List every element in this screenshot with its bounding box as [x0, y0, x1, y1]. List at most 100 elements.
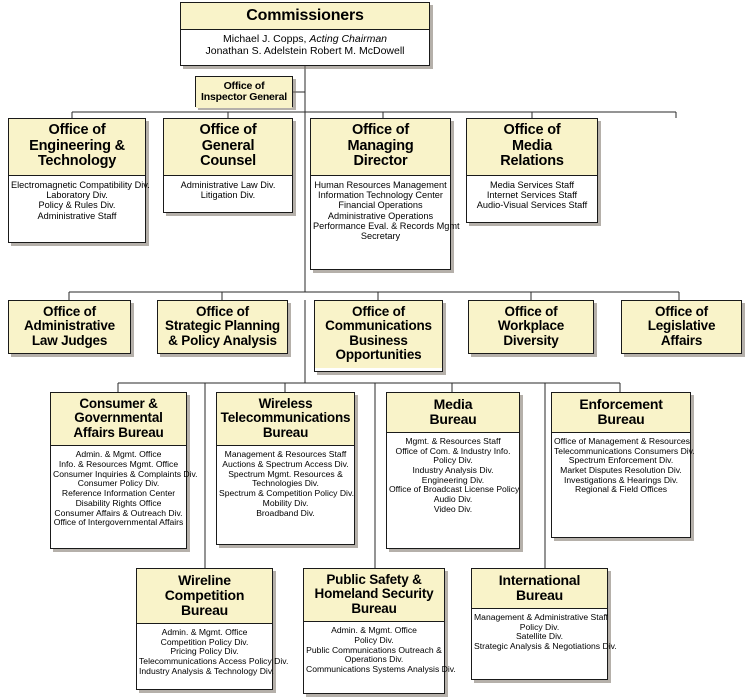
node-title: Consumer & Governmental Affairs Bureau — [51, 393, 186, 447]
node-title-line: Office of — [351, 122, 409, 138]
node-members: Michael J. Copps, Acting Chairman Jonath… — [181, 30, 429, 63]
node-title-line: Counsel — [200, 153, 256, 169]
node-title-line: Bureau — [429, 410, 477, 427]
node-title-line: Bureau — [515, 586, 564, 603]
node-title-line: Legislative — [647, 318, 716, 334]
node-office-of-administrative-law-judges[interactable]: Office of Administrative Law Judges — [8, 300, 131, 354]
node-divisions: Admin. & Mgmt. Office Competition Policy… — [137, 623, 288, 682]
commissioner-name-1: Michael J. Copps, — [223, 33, 307, 46]
node-office-of-inspector-general[interactable]: Office of Inspector General — [195, 76, 293, 109]
division-item: Broadband Div. — [256, 507, 315, 518]
node-title: Public Safety & Homeland Security Bureau — [304, 569, 444, 623]
node-title: Office of Media Relations — [467, 119, 597, 176]
node-title: Wireline Competition Bureau — [137, 569, 272, 624]
node-title-line: Law Judges — [31, 332, 108, 348]
node-title-line: Relations — [500, 153, 564, 169]
node-international-bureau[interactable]: International Bureau Management & Adminis… — [471, 568, 617, 680]
node-divisions: Media Services Staff Internet Services S… — [467, 175, 597, 216]
node-title-line: Office of — [43, 304, 96, 319]
node-divisions: Electromagnetic Compatibility Div. Labor… — [9, 175, 150, 227]
node-office-of-communications-business-opportunities[interactable]: Office of Communications Business Opportuni… — [314, 300, 443, 372]
division-item: Video Div. — [433, 503, 473, 514]
node-title-line: Engineering & — [29, 137, 125, 154]
node-title-line: Administrative — [24, 318, 115, 334]
node-title-line: Competition — [164, 586, 245, 603]
node-title-line: Office of — [199, 122, 257, 138]
node-divisions: Administrative Law Div. Litigation Div. — [164, 175, 292, 206]
node-divisions: Management & Resources Staff Auctions & … — [217, 446, 354, 524]
node-title-line: Office of — [48, 122, 106, 138]
node-title-line: Diversity — [503, 332, 559, 348]
node-title-line: Public Safety & — [326, 572, 422, 587]
node-office-of-general-counsel[interactable]: Office of General Counsel Administrative L… — [163, 118, 293, 213]
node-title-line: Director — [353, 153, 408, 169]
division-item: Strategic Analysis & Negotiations Div. — [474, 641, 617, 652]
node-title-line: Wireline — [178, 572, 231, 588]
division-item: Communications Systems Analysis Div. — [306, 664, 456, 675]
node-title-line: Bureau — [262, 424, 309, 440]
node-wireline-competition-bureau[interactable]: Wireline Competition Bureau Admin. & Mgmt.… — [136, 568, 288, 690]
division-item: Regional & Field Offices — [574, 484, 668, 495]
node-title-line: Telecommunications — [220, 410, 351, 426]
node-divisions: Management & Administrative Staff Policy… — [472, 608, 617, 657]
node-title: Media Bureau — [387, 393, 519, 433]
node-title-line: & Policy Analysis — [168, 332, 277, 348]
node-title: Enforcement Bureau — [552, 393, 690, 433]
node-divisions: Office of Management & Resources Telecom… — [552, 432, 695, 501]
node-title-line: Enforcement — [579, 396, 663, 412]
node-wireless-telecommunications-bureau[interactable]: Wireless Telecommunications Bureau Managem… — [216, 392, 355, 545]
node-title: Wireless Telecommunications Bureau — [217, 393, 354, 447]
node-divisions: Admin. & Mgmt. Office Policy Div. Public… — [304, 622, 456, 680]
node-title: Office of Inspector General — [196, 77, 292, 109]
division-item: Media Services Staff — [489, 179, 575, 190]
division-item: Electromagnetic Compatibility Div. — [11, 179, 150, 190]
node-office-of-strategic-planning-policy-analysis[interactable]: Office of Strategic Planning & Policy Anal… — [157, 300, 288, 354]
node-title-line: Office of — [504, 304, 558, 319]
division-item: Secretary — [360, 231, 401, 242]
node-title-line: Media — [433, 396, 473, 412]
node-divisions: Mgmt. & Resources Staff Office of Com. &… — [387, 432, 519, 520]
node-title-line: Bureau — [180, 601, 229, 618]
node-office-of-media-relations[interactable]: Office of Media Relations Media Services S… — [466, 118, 598, 223]
node-title-line: Workplace — [497, 318, 565, 334]
node-title-line-2: Inspector General — [201, 91, 287, 104]
node-media-bureau[interactable]: Media Bureau Mgmt. & Resources Staff Offi… — [386, 392, 520, 549]
node-commissioners[interactable]: Commissioners Michael J. Copps, Acting C… — [180, 2, 430, 66]
node-consumer-governmental-affairs-bureau[interactable]: Consumer & Governmental Affairs Bureau Adm… — [50, 392, 198, 549]
node-title: Commissioners — [181, 3, 429, 31]
node-title-line: Office of — [503, 122, 561, 138]
node-title: Office of Managing Director — [311, 119, 450, 176]
node-title: Office of General Counsel — [164, 119, 292, 176]
division-item: Financial Operations — [338, 200, 423, 211]
org-chart: Commissioners Michael J. Copps, Acting C… — [0, 0, 750, 700]
node-title-line: Affairs — [660, 332, 703, 348]
node-title-line: General — [201, 137, 255, 154]
node-title-line: Media — [511, 137, 553, 154]
node-title: Office of Workplace Diversity — [469, 301, 593, 354]
node-title: International Bureau — [472, 569, 607, 609]
node-title-line: Business — [349, 332, 408, 348]
node-office-of-legislative-affairs[interactable]: Office of Legislative Affairs — [621, 300, 742, 354]
node-title-line: Homeland Security — [314, 586, 434, 602]
division-item: Policy & Rules Div. — [38, 200, 116, 211]
node-title-line: Affairs Bureau — [73, 424, 164, 440]
node-title: Office of Legislative Affairs — [622, 301, 741, 354]
node-title-line: Office of — [655, 304, 708, 319]
node-public-safety-homeland-security-bureau[interactable]: Public Safety & Homeland Security Bureau A… — [303, 568, 456, 694]
division-item: Office of Intergovernmental Affairs — [53, 517, 184, 528]
division-item: Information Technology Center — [318, 189, 443, 200]
node-title-line: Communications — [325, 318, 432, 334]
node-title-line: Governmental — [74, 410, 163, 426]
node-title-line: Bureau — [597, 410, 645, 427]
node-title-line: Technology — [37, 153, 117, 169]
node-enforcement-bureau[interactable]: Enforcement Bureau Office of Management &… — [551, 392, 695, 538]
node-office-of-workplace-diversity[interactable]: Office of Workplace Diversity — [468, 300, 594, 354]
node-title-line: Wireless — [258, 396, 313, 411]
node-title: Office of Communications Business Opportuni… — [315, 301, 442, 368]
node-office-of-managing-director[interactable]: Office of Managing Director Human Resource… — [310, 118, 460, 270]
division-item: Administrative Operations — [327, 210, 434, 221]
division-item: Audio-Visual Services Staff — [476, 200, 588, 211]
node-office-of-engineering-technology[interactable]: Office of Engineering & Technology Electro… — [8, 118, 150, 243]
node-title-line: Office of — [196, 304, 249, 319]
division-item: Internet Services Staff — [486, 189, 578, 200]
